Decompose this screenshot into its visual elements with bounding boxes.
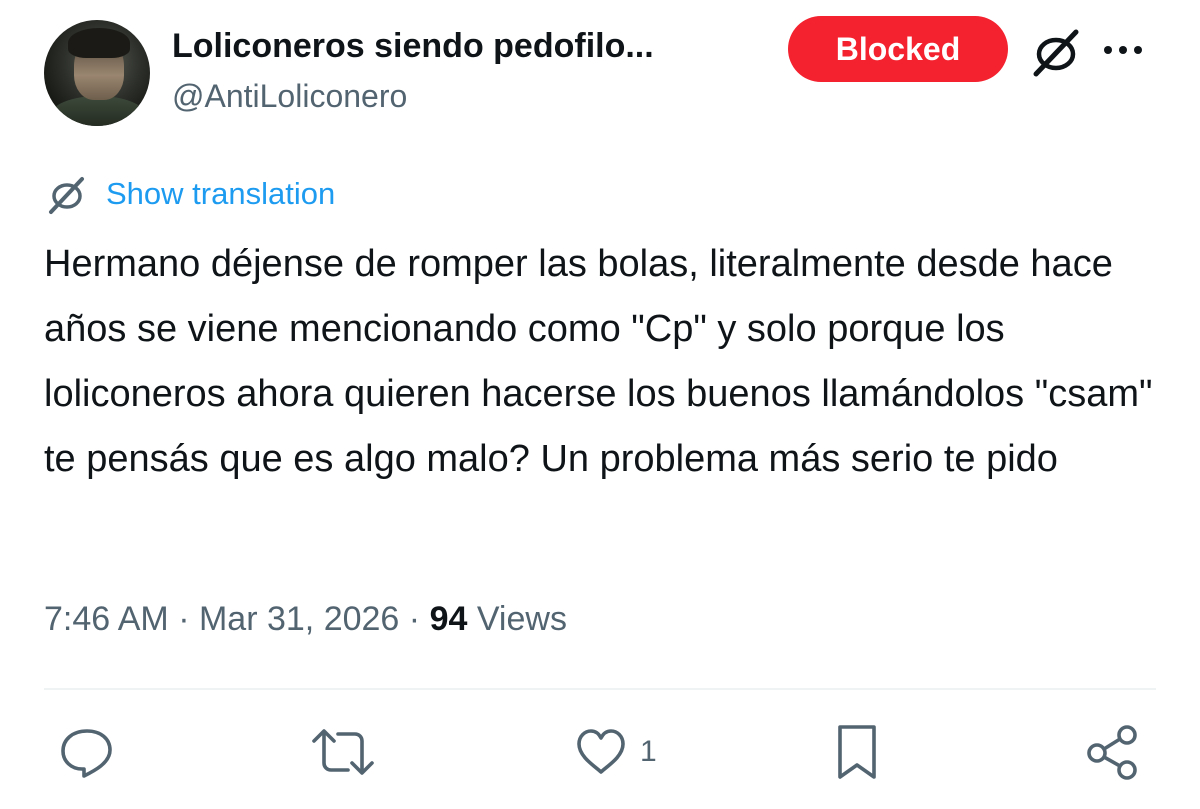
blocked-button[interactable]: Blocked — [788, 16, 1008, 82]
avatar[interactable] — [44, 20, 150, 126]
tweet-time[interactable]: 7:46 AM — [44, 600, 169, 638]
avatar-shoulder — [50, 96, 146, 126]
reply-icon — [61, 729, 112, 778]
more-options-icon[interactable] — [1100, 30, 1146, 70]
divider — [44, 688, 1156, 690]
retweet-icon — [312, 729, 374, 775]
tweet-date[interactable]: Mar 31, 2026 — [199, 600, 399, 638]
views-count[interactable]: 94 — [430, 600, 468, 638]
meta-separator: · — [178, 600, 190, 638]
avatar-hair — [68, 28, 130, 58]
meta-separator: · — [408, 600, 421, 638]
show-translation-link[interactable]: Show translation — [106, 172, 335, 216]
tweet-meta: 7:46 AM · Mar 31, 2026 · 94 Views — [44, 596, 567, 642]
share-button[interactable] — [1084, 722, 1140, 782]
retweet-button[interactable] — [310, 722, 376, 782]
display-name[interactable]: Loliconeros siendo pedofilo... — [172, 24, 654, 68]
grok-icon[interactable] — [1028, 26, 1084, 78]
bookmark-button[interactable] — [834, 722, 880, 782]
like-button[interactable]: 1 — [574, 722, 657, 782]
heart-icon — [577, 729, 625, 774]
grok-translate-icon[interactable] — [44, 174, 90, 216]
tweet-text: Hermano déjense de romper las bolas, lit… — [44, 243, 1153, 480]
share-icon — [1087, 725, 1137, 780]
reply-button[interactable] — [58, 722, 116, 782]
bookmark-icon — [838, 725, 876, 779]
user-handle[interactable]: @AntiLoliconero — [172, 76, 407, 116]
like-count: 1 — [640, 735, 657, 768]
views-label[interactable]: Views — [477, 600, 567, 638]
